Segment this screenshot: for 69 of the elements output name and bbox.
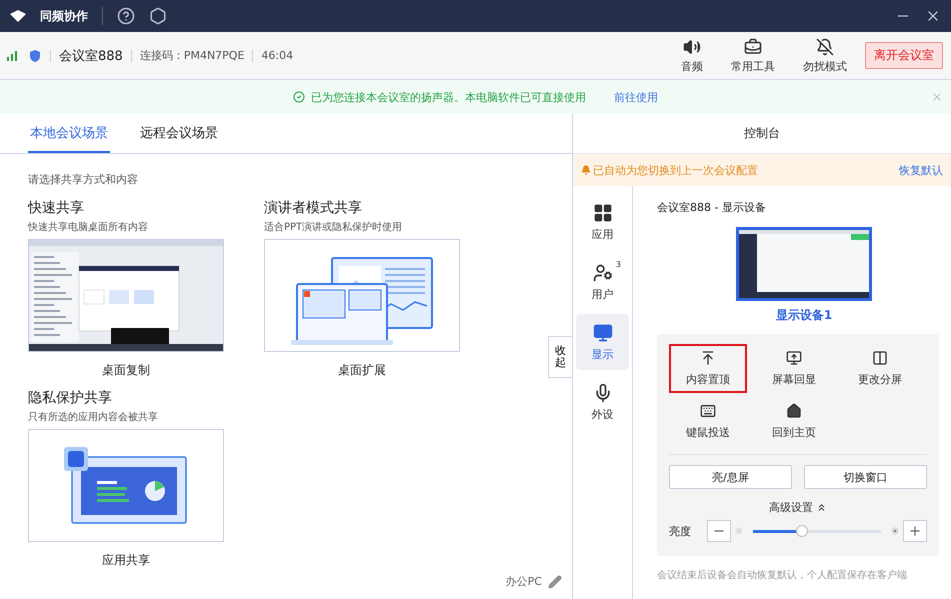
panel-button[interactable]: 亮/息屏 [669, 465, 792, 489]
share-mode-description: 只有所选的应用内容会被共享 [28, 410, 159, 424]
go-use-link[interactable]: 前往使用 [614, 90, 658, 104]
collapse-tab[interactable]: 收起 [548, 336, 572, 378]
grid-icon [592, 202, 612, 222]
share-mode-title: 隐私保护共享 [28, 389, 113, 407]
nav-item[interactable]: 应用 [576, 194, 629, 250]
help-icon[interactable] [117, 7, 135, 25]
action-button[interactable]: 更改分屏 [841, 344, 919, 393]
user-count-label: 3 [616, 260, 621, 269]
room-name: 会议室888 [59, 48, 123, 64]
home-icon [786, 403, 802, 419]
share-mode-description: 适合PPT演讲或隐私保护时使用 [264, 220, 404, 234]
toolbar-button[interactable]: 音频 [671, 38, 713, 74]
restore-default-link[interactable]: 恢复默认 [899, 162, 943, 178]
action-button[interactable]: 回到主页 [755, 397, 833, 446]
user-gear-icon [592, 262, 612, 282]
share-mode-caption: 应用共享 [101, 552, 151, 569]
tab[interactable]: 远程会议场景 [138, 114, 220, 153]
bright-sun-icon [891, 527, 899, 535]
speaker-icon [683, 38, 701, 56]
action-button[interactable]: 内容置顶 [669, 344, 747, 393]
device-name: 办公PC [506, 574, 542, 589]
notice-text: 已为您连接本会议室的扬声器。本电脑软件已可直接使用 [311, 90, 586, 104]
share-mode-caption: 桌面复制 [101, 362, 151, 379]
logo-icon [10, 10, 26, 22]
action-button[interactable]: 屏幕回显 [755, 344, 833, 393]
window-title: 同频协作 [40, 8, 88, 24]
plus-icon [908, 524, 922, 538]
leave-room-button[interactable]: 离开会议室 [865, 42, 943, 69]
advanced-settings-toggle[interactable]: 高级设置 [763, 499, 833, 516]
instruction-text: 请选择共享方式和内容 [28, 172, 139, 187]
meeting-duration: 46:04 [261, 49, 294, 62]
share-mode-title: 快速共享 [28, 199, 85, 217]
slider-thumb[interactable] [796, 525, 808, 537]
pin-top-icon [700, 350, 716, 366]
double-chevron-up-icon [816, 502, 827, 513]
bell-icon [581, 165, 591, 175]
screen-mirror-icon [786, 350, 802, 366]
settings-icon[interactable] [149, 7, 167, 25]
dim-sun-icon [735, 527, 743, 535]
tab[interactable]: 本地会议场景 [28, 114, 110, 153]
increase-button[interactable] [903, 520, 927, 542]
brightness-label: 亮度 [669, 524, 692, 538]
section-title: 会议室888 - 显示设备 [657, 200, 767, 215]
toolbar-button[interactable]: 常用工具 [721, 38, 785, 74]
share-mode-description: 快速共享电脑桌面所有内容 [28, 220, 149, 234]
nav-item[interactable]: 3 用户 [576, 254, 629, 310]
footer-note: 会议结束后设备会自动恢复默认，个人配置保存在客户端 [657, 568, 908, 583]
signal-icon [6, 48, 20, 62]
nav-item[interactable]: 外设 [576, 374, 629, 430]
nav-item[interactable]: 显示 [576, 314, 629, 370]
action-button[interactable]: 键鼠投送 [669, 397, 747, 446]
split-screen-icon [872, 350, 888, 366]
panel-button[interactable]: 切换窗口 [804, 465, 927, 489]
screen-preview[interactable] [736, 227, 872, 301]
toolbox-icon [744, 38, 762, 56]
monitor-icon [592, 322, 612, 342]
alert-text: 已自动为您切换到上一次会议配置 [593, 162, 759, 178]
check-circle-icon [293, 91, 305, 103]
toolbar-button[interactable]: 勿扰模式 [793, 38, 857, 74]
connection-code: 连接码：PM4N7PQE [140, 48, 244, 63]
keyboard-icon [700, 403, 716, 419]
share-mode-title: 演讲者模式共享 [264, 199, 363, 217]
bell-off-icon [816, 38, 834, 56]
shield-icon [28, 48, 42, 62]
pencil-icon[interactable] [548, 574, 562, 588]
display-device-label: 显示设备1 [776, 307, 832, 324]
share-mode-caption: 桌面扩展 [337, 362, 387, 379]
